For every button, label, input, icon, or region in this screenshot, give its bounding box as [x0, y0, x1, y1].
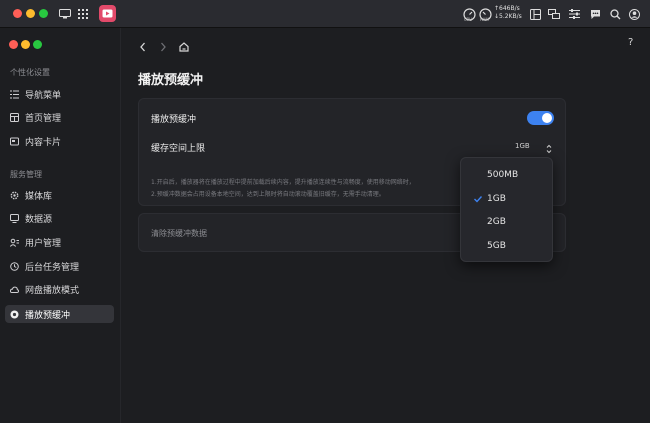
app-close-button[interactable]: [9, 40, 18, 49]
cache-limit-label: 缓存空间上限: [151, 144, 206, 154]
video-app-icon[interactable]: [99, 5, 116, 22]
close-window-button[interactable]: [13, 9, 22, 18]
card-icon: [10, 137, 19, 146]
help-button[interactable]: ?: [628, 37, 633, 48]
clock-icon: [10, 261, 19, 271]
sliders-icon[interactable]: [568, 6, 580, 22]
gear-icon: [10, 191, 19, 200]
net-down-speed: ↓5.2KB/s: [494, 13, 522, 20]
sidebar-item-label: 媒体库: [25, 191, 53, 202]
option-2gb[interactable]: 2GB: [461, 213, 554, 231]
monitor-icon: [10, 213, 19, 223]
sidebar-item-media-library[interactable]: 媒体库: [5, 186, 114, 204]
sidebar-item-data-source[interactable]: 数据源: [5, 209, 114, 227]
sidebar: 个性化设置 导航菜单 首页管理 内容卡片 服务管理 媒体库 数据源 用户管理 后…: [0, 28, 121, 423]
section-title-services: 服务管理: [10, 170, 42, 179]
page-title: 播放预缓冲: [138, 73, 204, 88]
menu-bar: CPU RAM ↑646B/s ↓5.2KB/s: [0, 0, 650, 28]
sidebar-item-label: 导航菜单: [25, 90, 62, 101]
section-title-personalization: 个性化设置: [10, 68, 50, 77]
display-icon[interactable]: [58, 6, 72, 22]
user-icon[interactable]: [628, 6, 640, 22]
preload-toggle-label: 播放预缓冲: [151, 115, 197, 125]
sidebar-item-label: 首页管理: [25, 113, 62, 124]
home-icon[interactable]: [178, 38, 190, 52]
apps-grid-icon[interactable]: [77, 6, 89, 22]
sidebar-item-nav-menu[interactable]: 导航菜单: [5, 85, 114, 103]
cloud-icon: [10, 285, 19, 294]
sidebar-item-label: 后台任务管理: [25, 262, 80, 273]
option-1gb[interactable]: 1GB: [461, 190, 554, 208]
zoom-window-button[interactable]: [39, 9, 48, 18]
cache-limit-value[interactable]: 1GB: [515, 142, 530, 150]
cpu-label: CPU: [464, 17, 473, 22]
sidebar-item-label: 数据源: [25, 214, 53, 225]
cache-size-dropdown: 500MB 1GB 2GB 5GB: [460, 157, 553, 262]
sidebar-item-label: 网盘播放模式: [25, 285, 80, 296]
preload-toggle[interactable]: [527, 111, 554, 125]
option-500mb[interactable]: 500MB: [461, 166, 554, 184]
sidebar-item-user-manage[interactable]: 用户管理: [5, 233, 114, 251]
back-arrow-icon[interactable]: [138, 38, 148, 52]
users-icon: [10, 238, 19, 247]
sidebar-item-preload-buffer[interactable]: 播放预缓冲: [5, 305, 114, 323]
app-minimize-button[interactable]: [21, 40, 30, 49]
sidebar-item-label: 内容卡片: [25, 137, 62, 148]
layout-icon[interactable]: [529, 6, 541, 22]
forward-arrow-icon[interactable]: [158, 38, 168, 52]
sidebar-item-content-cards[interactable]: 内容卡片: [5, 132, 114, 150]
app-zoom-button[interactable]: [33, 40, 42, 49]
sidebar-item-cloud-playback[interactable]: 网盘播放模式: [5, 280, 114, 298]
chat-icon[interactable]: [589, 6, 601, 22]
record-icon: [10, 310, 19, 319]
sidebar-item-background-tasks[interactable]: 后台任务管理: [5, 257, 114, 275]
screens-icon[interactable]: [547, 6, 560, 22]
checkmark-icon: [474, 196, 483, 203]
search-icon[interactable]: [609, 6, 621, 22]
sidebar-item-label: 播放预缓冲: [25, 310, 71, 321]
sidebar-item-home-manage[interactable]: 首页管理: [5, 108, 114, 126]
select-arrows-icon[interactable]: [545, 140, 553, 154]
sidebar-item-label: 用户管理: [25, 238, 62, 249]
main-content: ? 播放预缓冲 播放预缓冲 缓存空间上限 1GB 1.开启后，播放器将在播放过程…: [121, 28, 650, 423]
minimize-window-button[interactable]: [26, 9, 35, 18]
home-grid-icon: [10, 112, 19, 122]
clear-cache-button[interactable]: 清除预缓冲数据: [151, 228, 207, 239]
menu-list-icon: [10, 90, 19, 99]
option-label: 1GB: [487, 194, 506, 204]
option-5gb[interactable]: 5GB: [461, 237, 554, 255]
ram-label: RAM: [480, 17, 489, 22]
net-up-speed: ↑646B/s: [494, 5, 520, 12]
